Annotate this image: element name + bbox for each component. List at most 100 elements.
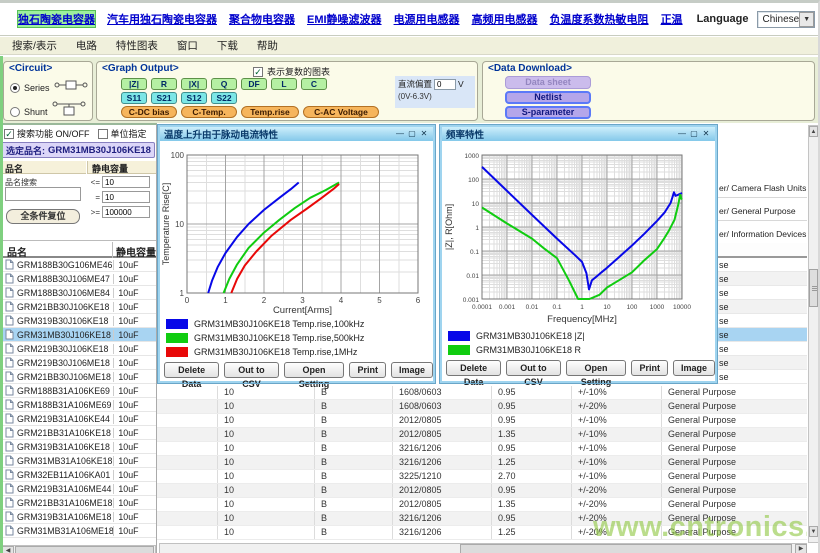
table-row[interactable]: 10B2012/08051.35+/-10%General Purpose — [157, 428, 807, 442]
results-horizontal-scrollbar[interactable]: ▶ — [159, 543, 807, 553]
results-scroll-thumb[interactable] — [460, 544, 792, 553]
part-list-row[interactable]: GRM319B30J106KE1810uF — [1, 314, 156, 328]
table-row[interactable]: 10B1608/06030.95+/-20%General Purpose — [157, 400, 807, 414]
menu-item-2[interactable]: 特性图表 — [116, 38, 158, 53]
table-row[interactable]: 10B3216/12060.95+/-20%General Purpose — [157, 512, 807, 526]
window-button-image[interactable]: Image — [391, 362, 433, 378]
part-list-row[interactable]: GRM21BB30J106KE1810uF — [1, 300, 156, 314]
nav-link-7[interactable]: 正温 — [661, 11, 683, 27]
part-list-row[interactable]: GRM319B31A106ME1810uF — [1, 510, 156, 524]
window-button-delete-data[interactable]: Delete Data — [164, 362, 219, 378]
table-row[interactable]: 10B3225/12102.70+/-10%General Purpose — [157, 470, 807, 484]
param-button-6[interactable]: C — [301, 78, 327, 90]
clipped-row[interactable]: se — [713, 300, 807, 314]
part-list-row[interactable]: GRM219B31A106ME4410uF — [1, 482, 156, 496]
param-button-4[interactable]: DF — [241, 78, 267, 90]
clipped-row[interactable]: se — [713, 258, 807, 272]
window-button-open-setting[interactable]: Open Setting — [566, 360, 627, 376]
part-list-row[interactable]: GRM31MB31A106KE1810uF — [1, 454, 156, 468]
cap-filter-input-0[interactable] — [102, 176, 150, 188]
nav-link-1[interactable]: 汽车用独石陶瓷电容器 — [107, 11, 217, 27]
part-list-row[interactable]: GRM31MB30J106KE1810uF — [1, 328, 156, 342]
part-list-row[interactable]: GRM31MB31A106ME1810uF — [1, 524, 156, 538]
window-button-print[interactable]: Print — [631, 360, 668, 376]
minimize-icon[interactable]: — — [676, 128, 688, 140]
chevron-down-icon[interactable]: ▼ — [799, 12, 814, 27]
menu-item-4[interactable]: 下载 — [217, 38, 238, 53]
multi-graph-toggle[interactable]: ✓ 表示复数的图表 — [253, 65, 330, 78]
download-button-1[interactable]: Netlist — [505, 91, 591, 104]
unit-toggle-checkbox[interactable] — [98, 129, 108, 139]
table-row[interactable]: 10B2012/08051.35+/-20%General Purpose — [157, 498, 807, 512]
window-button-delete-data[interactable]: Delete Data — [446, 360, 501, 376]
clipped-row[interactable]: se — [713, 314, 807, 328]
table-row[interactable]: 10B2012/08050.95+/-10%General Purpose — [157, 414, 807, 428]
sparam-button-0[interactable]: S11 — [121, 92, 147, 104]
window-titlebar[interactable]: 频率特性 — ▢ ✕ — [442, 127, 715, 141]
language-select[interactable]: Chinese ▼ — [757, 11, 816, 28]
window-button-out-to-csv[interactable]: Out to CSV — [506, 360, 560, 376]
maximize-icon[interactable]: ▢ — [406, 128, 418, 140]
clipped-row[interactable]: se — [713, 370, 807, 384]
part-list-row[interactable]: GRM219B30J106ME1810uF — [1, 356, 156, 370]
menu-item-0[interactable]: 搜索/表示 — [12, 38, 57, 53]
param-button-5[interactable]: L — [271, 78, 297, 90]
search-toggle-checkbox[interactable]: ✓ — [4, 129, 14, 139]
char-button-0[interactable]: C-DC bias — [121, 106, 177, 118]
close-icon[interactable]: ✕ — [418, 128, 430, 140]
sparam-button-2[interactable]: S12 — [181, 92, 207, 104]
nav-link-6[interactable]: 负温度系数热敏电阻 — [550, 11, 649, 27]
multi-graph-checkbox[interactable]: ✓ — [253, 67, 263, 77]
part-name-search-input[interactable] — [5, 187, 81, 201]
param-button-1[interactable]: R — [151, 78, 177, 90]
circuit-option-series[interactable]: Series — [10, 78, 88, 97]
part-list-row[interactable]: GRM188B30J106ME8410uF — [1, 286, 156, 300]
cap-filter-input-1[interactable] — [102, 191, 150, 203]
part-list-row[interactable]: GRM21BB30J106ME1810uF — [1, 370, 156, 384]
param-button-0[interactable]: |Z| — [121, 78, 147, 90]
scroll-left-arrow-icon[interactable]: ◀ — [2, 546, 14, 553]
reset-all-button[interactable]: 全条件复位 — [6, 209, 80, 224]
menu-item-1[interactable]: 电路 — [76, 38, 97, 53]
sidebar-horizontal-scrollbar[interactable]: ◀ — [1, 545, 156, 553]
part-list-row[interactable]: GRM319B31A106KE1810uF — [1, 440, 156, 454]
clipped-row[interactable]: se — [713, 342, 807, 356]
scroll-up-arrow-icon[interactable]: ▲ — [809, 126, 818, 137]
char-button-3[interactable]: C-AC Voltage — [303, 106, 379, 118]
nav-link-4[interactable]: 电源用电感器 — [394, 11, 460, 27]
radio-icon[interactable] — [10, 83, 20, 93]
window-button-image[interactable]: Image — [673, 360, 715, 376]
char-button-1[interactable]: C-Temp. — [181, 106, 237, 118]
table-row[interactable]: 10B2012/08050.95+/-20%General Purpose — [157, 484, 807, 498]
param-button-3[interactable]: Q — [211, 78, 237, 90]
minimize-icon[interactable]: — — [394, 128, 406, 140]
window-titlebar[interactable]: 温度上升由于脉动电流特性 — ▢ ✕ — [160, 127, 433, 141]
part-list-row[interactable]: GRM188B30G106ME4610uF — [1, 258, 156, 272]
vertical-scrollbar[interactable]: ▲ ▼ — [808, 125, 819, 543]
nav-link-3[interactable]: EMI静噪滤波器 — [307, 11, 382, 27]
window-button-out-to-csv[interactable]: Out to CSV — [224, 362, 278, 378]
param-button-2[interactable]: |X| — [181, 78, 207, 90]
part-list-row[interactable]: GRM21BB31A106KE1810uF — [1, 426, 156, 440]
part-list-row[interactable]: GRM188B31A106KE6910uF — [1, 384, 156, 398]
close-icon[interactable]: ✕ — [700, 128, 712, 140]
part-list-row[interactable]: GRM219B31A106KE4410uF — [1, 412, 156, 426]
table-row[interactable]: 10B3216/12060.95+/-10%General Purpose — [157, 442, 807, 456]
nav-link-2[interactable]: 聚合物电容器 — [229, 11, 295, 27]
scroll-right-arrow-icon[interactable]: ▶ — [795, 544, 807, 553]
maximize-icon[interactable]: ▢ — [688, 128, 700, 140]
menu-item-5[interactable]: 帮助 — [257, 38, 278, 53]
clipped-row[interactable]: se — [713, 356, 807, 370]
clipped-row[interactable]: se — [713, 328, 807, 342]
char-button-2[interactable]: Temp.rise — [241, 106, 299, 118]
window-button-open-setting[interactable]: Open Setting — [284, 362, 345, 378]
scroll-down-arrow-icon[interactable]: ▼ — [809, 526, 818, 537]
menu-item-3[interactable]: 窗口 — [177, 38, 198, 53]
window-button-print[interactable]: Print — [349, 362, 386, 378]
download-button-2[interactable]: S-parameter — [505, 106, 591, 119]
sparam-button-3[interactable]: S22 — [211, 92, 237, 104]
dc-bias-input[interactable] — [434, 79, 456, 90]
vertical-scroll-thumb[interactable] — [809, 269, 818, 307]
cap-filter-input-2[interactable] — [102, 206, 150, 218]
nav-link-5[interactable]: 高频用电感器 — [472, 11, 538, 27]
